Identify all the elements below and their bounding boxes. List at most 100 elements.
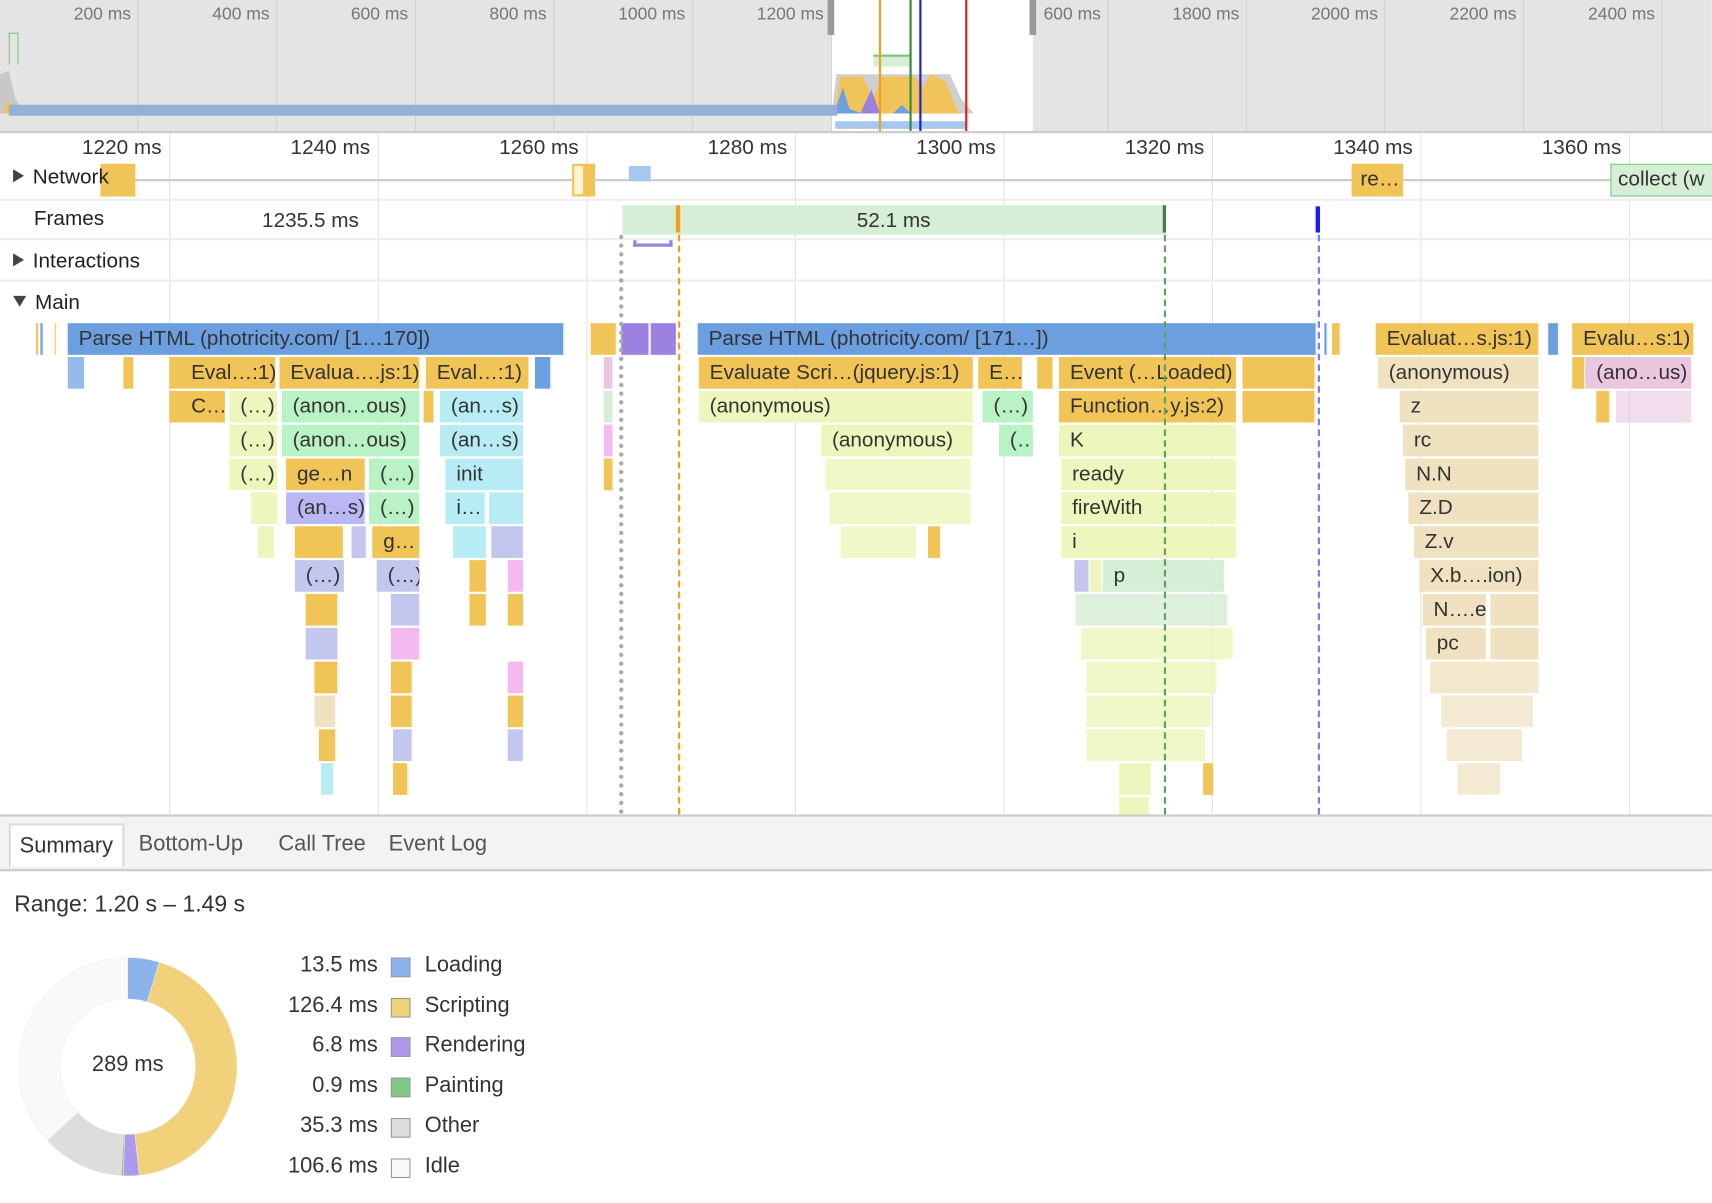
flame-function[interactable]: init	[445, 458, 525, 491]
flame-slice[interactable]	[1572, 357, 1586, 389]
flame-function[interactable]: (…)	[376, 560, 421, 592]
flame-slice[interactable]	[1119, 763, 1152, 795]
flame-slice[interactable]	[507, 560, 525, 592]
flame-slice[interactable]	[1080, 627, 1234, 660]
flame-function[interactable]: (…)	[982, 390, 1034, 423]
flame-function[interactable]: (…)	[369, 458, 421, 491]
flame-parse-html[interactable]: Parse HTML (photricity.com/ [1…170])	[67, 323, 565, 355]
flame-slice[interactable]	[320, 763, 335, 795]
flame-function[interactable]: fireWith	[1061, 492, 1238, 525]
flame-function[interactable]: N.N	[1405, 458, 1540, 491]
flame-evaluate-script[interactable]: Eval…:1)	[425, 357, 530, 389]
flame-function[interactable]: (…)	[369, 492, 421, 525]
flame-slice[interactable]	[1490, 593, 1540, 626]
flame-slice[interactable]	[36, 323, 40, 355]
flame-slice[interactable]	[1086, 695, 1212, 728]
flame-slice[interactable]	[603, 424, 614, 457]
flame-slice[interactable]	[928, 526, 942, 558]
flame-function[interactable]: (anon…ous)	[281, 390, 421, 423]
flame-slice[interactable]	[1548, 323, 1560, 355]
flame-slice[interactable]	[393, 729, 413, 761]
flame-slice[interactable]	[489, 492, 525, 525]
flame-function[interactable]: (…)	[229, 458, 279, 491]
flame-function[interactable]: (…	[998, 424, 1034, 457]
flame-slice[interactable]	[1441, 695, 1534, 728]
flame-slice[interactable]	[1242, 357, 1316, 389]
flame-function[interactable]: (…)	[229, 424, 279, 457]
flame-slice[interactable]	[507, 695, 525, 728]
flame-slice[interactable]	[390, 627, 421, 660]
flame-function[interactable]: (anon…ous)	[281, 424, 421, 457]
flame-slice[interactable]	[1086, 661, 1218, 694]
tab-summary[interactable]: Summary	[8, 823, 125, 867]
flame-slice[interactable]	[314, 661, 339, 694]
flame-slice[interactable]	[1074, 560, 1090, 592]
flame-evaluate-script[interactable]: Evaluate Scri…(jquery.js:1)	[698, 357, 974, 389]
flame-slice[interactable]	[453, 526, 487, 558]
flame-slice[interactable]	[1119, 797, 1150, 815]
tab-call-tree[interactable]: Call Tree	[270, 823, 375, 864]
flame-function[interactable]: Z.v	[1413, 526, 1540, 558]
flame-function[interactable]: (an…s)	[439, 390, 525, 423]
tab-event-log[interactable]: Event Log	[380, 823, 496, 864]
flame-parse-html[interactable]: Parse HTML (photricity.com/ [171…])	[697, 323, 1317, 355]
flame-event[interactable]: Event (…Loaded)	[1059, 357, 1238, 389]
flame-slice[interactable]	[469, 560, 487, 592]
flame-slice[interactable]	[534, 357, 552, 389]
flame-slice[interactable]	[1086, 729, 1207, 761]
flame-function[interactable]: g…	[372, 526, 421, 558]
flame-function[interactable]: (…)	[229, 390, 279, 423]
flame-evaluate-script[interactable]: E…)	[978, 357, 1024, 389]
flame-slice[interactable]	[318, 729, 337, 761]
flame-slice[interactable]	[294, 526, 344, 558]
flame-function[interactable]: z	[1399, 390, 1540, 423]
flame-slice[interactable]	[351, 526, 367, 558]
flame-function[interactable]: N….e	[1422, 593, 1488, 626]
flame-slice[interactable]	[1457, 763, 1502, 795]
flame-evaluate-script[interactable]: Evaluat…s.js:1)	[1375, 323, 1540, 355]
flame-slice[interactable]	[40, 323, 44, 355]
flame-function[interactable]: C…	[169, 390, 227, 423]
flame-evaluate-script[interactable]: Evalua….js:1)	[279, 357, 421, 389]
flame-function[interactable]: (anonymous)	[821, 424, 974, 457]
flame-function[interactable]: (anonymous)	[1377, 357, 1540, 389]
flame-function[interactable]: Function…y.js:2)	[1059, 390, 1238, 423]
flame-slice[interactable]	[423, 390, 435, 423]
flame-slice[interactable]	[251, 492, 279, 525]
tab-bottom-up[interactable]: Bottom-Up	[130, 823, 252, 864]
flame-slice[interactable]	[123, 357, 135, 389]
flame-function[interactable]: (an…s)	[439, 424, 525, 457]
flame-function[interactable]: i…	[445, 492, 486, 525]
flame-slice[interactable]	[1615, 390, 1693, 423]
flame-slice[interactable]	[469, 593, 487, 626]
flame-slice[interactable]	[390, 593, 421, 626]
flame-slice[interactable]	[1430, 661, 1540, 694]
flame-slice[interactable]	[390, 695, 413, 728]
flame-slice[interactable]	[507, 729, 525, 761]
flame-slice[interactable]	[314, 695, 337, 728]
flame-slice[interactable]	[825, 458, 972, 491]
flame-evaluate-script[interactable]: Eval…:1)	[169, 357, 277, 389]
flame-slice[interactable]	[393, 763, 409, 795]
flame-function[interactable]: (…)	[294, 560, 346, 592]
flame-slice[interactable]	[603, 390, 614, 423]
flame-slice[interactable]	[507, 593, 525, 626]
flame-function[interactable]: X.b….ion)	[1419, 560, 1540, 592]
flame-layout[interactable]	[621, 323, 650, 355]
flame-slice[interactable]	[1242, 390, 1316, 423]
flame-slice[interactable]	[603, 357, 614, 389]
flame-slice[interactable]	[305, 593, 339, 626]
flame-slice[interactable]	[54, 323, 57, 355]
flame-evaluate-script[interactable]: Evalu…s:1)	[1572, 323, 1695, 355]
flame-slice[interactable]	[305, 627, 339, 660]
flame-slice[interactable]	[603, 458, 614, 491]
flame-function[interactable]: (an…s)	[286, 492, 366, 525]
flame-slice[interactable]	[257, 526, 276, 558]
flame-slice[interactable]	[1037, 357, 1054, 389]
flame-slice[interactable]	[390, 661, 413, 694]
flame-slice[interactable]	[829, 492, 972, 525]
flame-slice[interactable]	[507, 661, 525, 694]
flame-function[interactable]: ge…n	[286, 458, 366, 491]
flame-function[interactable]: pc	[1425, 627, 1488, 660]
flame-slice[interactable]	[1324, 323, 1328, 355]
